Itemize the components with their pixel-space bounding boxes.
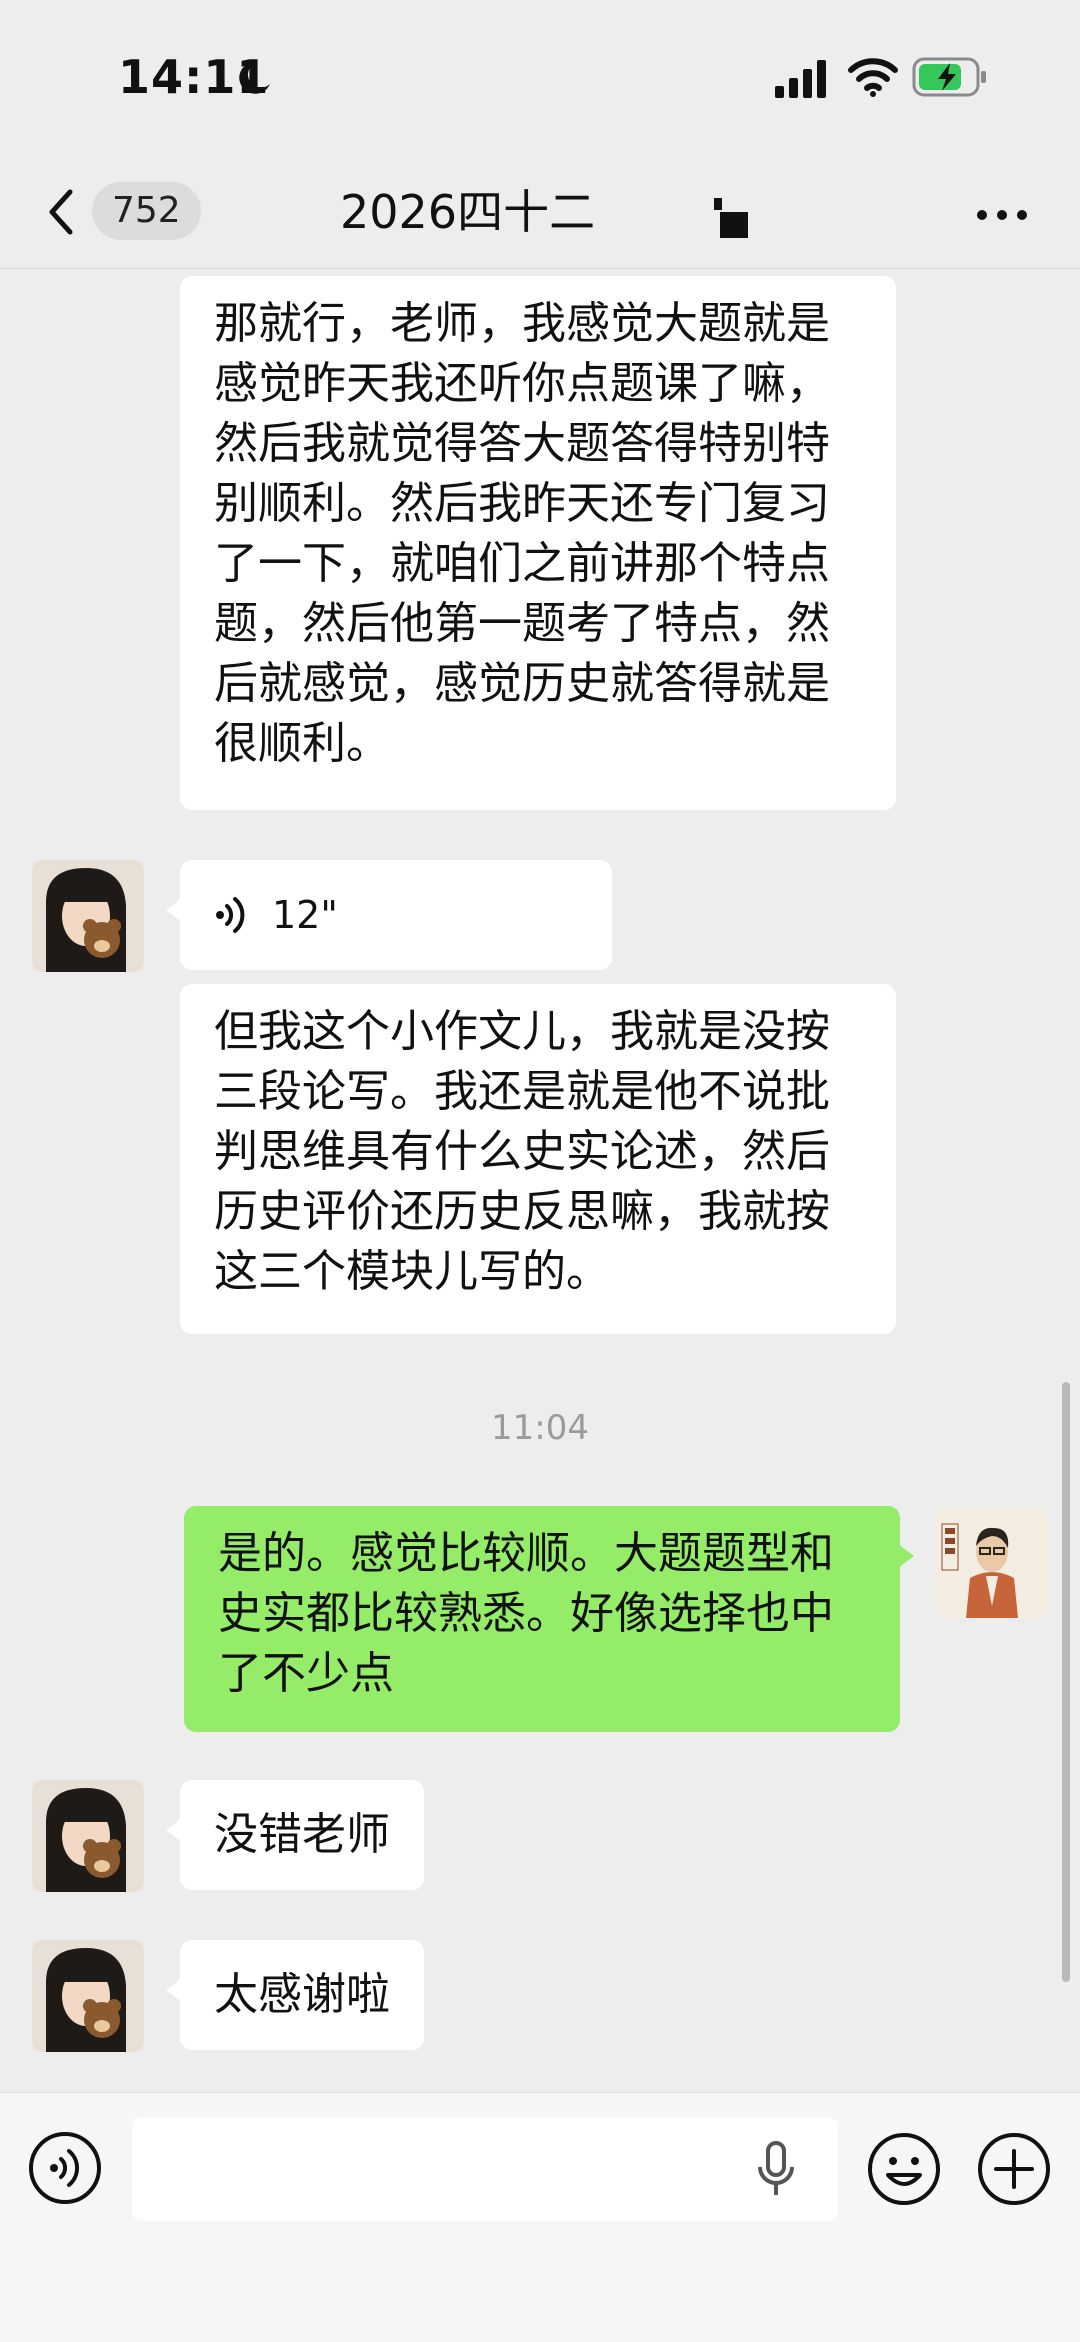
message-bubble-received[interactable]: 太感谢啦 (166, 1940, 424, 2050)
teacher-avatar-icon (936, 1506, 1048, 1618)
voice-duration: 12" (272, 893, 338, 937)
plus-icon[interactable] (976, 2131, 1052, 2207)
message-bubble-received[interactable]: 但我这个小作文儿，我就是没按三段论写。我还是就是他不说批判思维具有什么史实论述，… (180, 984, 896, 1334)
contact-avatar[interactable] (32, 1940, 144, 2052)
cellular-signal-icon (775, 60, 826, 98)
redaction-mark (714, 198, 748, 238)
contact-avatar[interactable] (32, 860, 144, 972)
chat-header: 752 2026四十二 (0, 160, 1080, 269)
chat-title[interactable]: 2026四十二 (340, 180, 595, 244)
message-input[interactable] (132, 2117, 838, 2221)
girl-avatar-icon (32, 1940, 144, 2052)
message-bubble-sent[interactable]: 是的。感觉比较顺。大题题型和史实都比较熟悉。好像选择也中了不少点 (184, 1506, 914, 1732)
message-bubble-received[interactable]: 那就行，老师，我感觉大题就是感觉昨天我还听你点题课了嘛，然后我就觉得答大题答得特… (180, 276, 896, 810)
more-icon[interactable] (972, 190, 1032, 240)
voice-wave-icon (216, 897, 245, 933)
girl-avatar-icon (32, 1780, 144, 1892)
scrollbar[interactable] (1062, 1382, 1070, 1982)
unread-count-badge[interactable]: 752 (92, 182, 201, 240)
status-bar: 14:11 (0, 0, 1080, 160)
wifi-icon (848, 58, 898, 97)
voice-message-bubble[interactable]: 12" (166, 860, 612, 970)
input-bar (0, 2092, 1080, 2342)
my-avatar[interactable] (936, 1506, 1048, 1618)
message-bubble-received[interactable]: 没错老师 (166, 1780, 424, 1890)
voice-toggle-icon[interactable] (28, 2131, 102, 2205)
girl-avatar-icon (32, 860, 144, 972)
contact-avatar[interactable] (32, 1780, 144, 1892)
message-timestamp: 11:04 (491, 1408, 589, 1448)
moon-icon (239, 61, 270, 94)
mic-icon[interactable] (756, 2139, 796, 2199)
emoji-icon[interactable] (866, 2131, 942, 2207)
battery-charging-icon (912, 57, 986, 97)
